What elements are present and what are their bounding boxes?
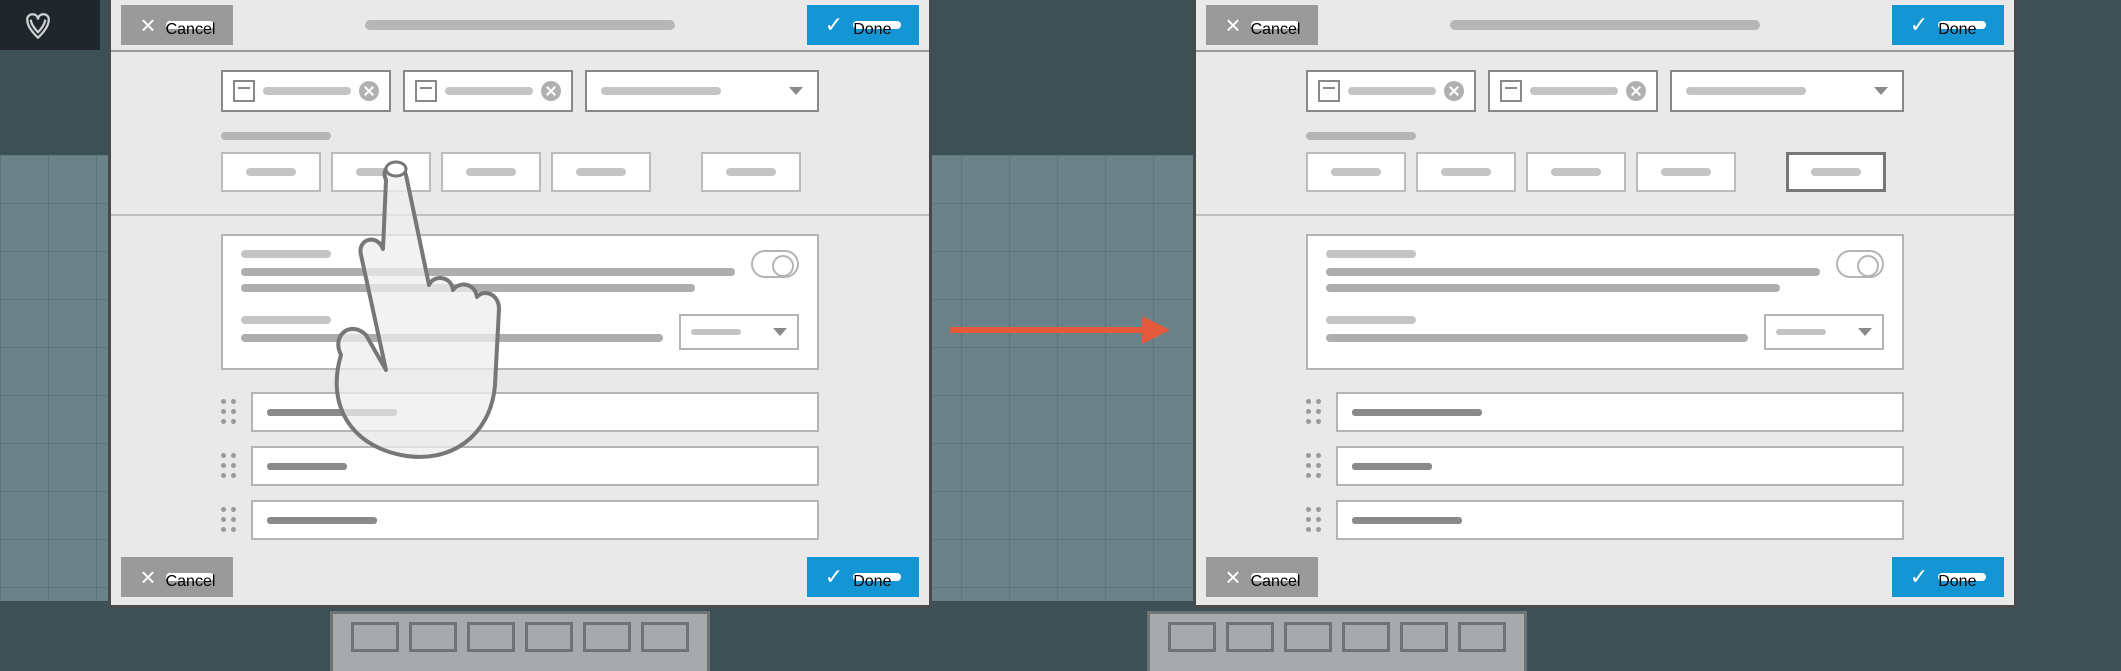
modal-title: [365, 20, 675, 30]
options-card: [221, 234, 819, 370]
calendar-icon: [415, 80, 437, 102]
preset-chip-1[interactable]: [1416, 152, 1516, 192]
date-end-field[interactable]: [403, 70, 573, 112]
date-start-field[interactable]: [221, 70, 391, 112]
drag-handle-icon[interactable]: [221, 507, 237, 533]
preset-chip-2[interactable]: [441, 152, 541, 192]
list-item: [1306, 500, 1904, 540]
drag-handle-icon[interactable]: [221, 399, 237, 425]
preset-chip-row: [1306, 152, 1904, 192]
preset-chip-0[interactable]: [221, 152, 321, 192]
close-icon: ×: [140, 10, 155, 41]
cancel-button[interactable]: × Cancel: [121, 5, 233, 45]
preset-chip-2[interactable]: [1526, 152, 1626, 192]
check-icon: ✓: [1910, 564, 1928, 590]
close-icon: ×: [1225, 562, 1240, 593]
chevron-down-icon: [789, 87, 803, 95]
toggle-switch[interactable]: [1836, 250, 1884, 278]
confirm-button[interactable]: ✓ Done: [807, 5, 919, 45]
confirm-label: Done: [853, 21, 901, 29]
card-dropdown[interactable]: [1764, 314, 1884, 350]
preset-chip-3[interactable]: [551, 152, 651, 192]
divider: [1196, 214, 2014, 216]
preset-chip-4[interactable]: [1786, 152, 1886, 192]
drag-handle-icon[interactable]: [1306, 507, 1322, 533]
clear-icon[interactable]: [1444, 81, 1464, 101]
list-item-box[interactable]: [1336, 500, 1904, 540]
section-label: [1306, 132, 1416, 140]
list-item: [221, 392, 819, 432]
drag-handle-icon[interactable]: [221, 453, 237, 479]
card-sub-heading: [241, 316, 331, 324]
drag-handle-icon[interactable]: [1306, 453, 1322, 479]
keyboard-right: [1147, 611, 1527, 671]
type-dropdown[interactable]: [585, 70, 819, 112]
section-label: [221, 132, 331, 140]
list-item-box[interactable]: [251, 500, 819, 540]
check-icon: ✓: [1910, 12, 1928, 38]
modal-header: × Cancel ✓ Done: [1196, 0, 2014, 52]
type-dropdown[interactable]: [1670, 70, 1904, 112]
check-icon: ✓: [825, 564, 843, 590]
list-item-box[interactable]: [1336, 392, 1904, 432]
footer-confirm-button[interactable]: ✓ Done: [807, 557, 919, 597]
card-heading: [1326, 250, 1416, 258]
modal-header: × Cancel ✓ Done: [111, 0, 929, 52]
calendar-icon: [1318, 80, 1340, 102]
confirm-button[interactable]: ✓ Done: [1892, 5, 2004, 45]
clear-icon[interactable]: [1626, 81, 1646, 101]
toggle-switch[interactable]: [751, 250, 799, 278]
list-item: [221, 446, 819, 486]
check-icon: ✓: [825, 12, 843, 38]
calendar-icon: [233, 80, 255, 102]
list-item: [221, 500, 819, 540]
card-sub-heading: [1326, 316, 1416, 324]
chevron-down-icon: [773, 328, 787, 336]
footer-confirm-button[interactable]: ✓ Done: [1892, 557, 2004, 597]
chevron-down-icon: [1858, 328, 1872, 336]
drag-handle-icon[interactable]: [1306, 399, 1322, 425]
date-start-field[interactable]: [1306, 70, 1476, 112]
pretzel-icon: [20, 7, 56, 43]
chevron-down-icon: [1874, 87, 1888, 95]
card-heading: [241, 250, 331, 258]
preset-chip-1[interactable]: [331, 152, 431, 192]
divider: [111, 214, 929, 216]
close-icon: ×: [1225, 10, 1240, 41]
clear-icon[interactable]: [541, 81, 561, 101]
footer-cancel-button[interactable]: × Cancel: [1206, 557, 1318, 597]
preset-chip-0[interactable]: [1306, 152, 1406, 192]
cancel-button[interactable]: × Cancel: [1206, 5, 1318, 45]
wireframe-panel-before: × Cancel ✓ Done: [108, 0, 932, 608]
calendar-icon: [1500, 80, 1522, 102]
transition-arrow-icon: [946, 310, 1172, 350]
wireframe-panel-after: × Cancel ✓ Done: [1193, 0, 2017, 608]
footer-cancel-button[interactable]: × Cancel: [121, 557, 233, 597]
list-item-box[interactable]: [1336, 446, 1904, 486]
date-end-field[interactable]: [1488, 70, 1658, 112]
options-card: [1306, 234, 1904, 370]
modal-title: [1450, 20, 1760, 30]
list-item: [1306, 392, 1904, 432]
card-dropdown[interactable]: [679, 314, 799, 350]
list-item-box[interactable]: [251, 446, 819, 486]
cancel-label: Cancel: [166, 21, 214, 29]
preset-chip-row: [221, 152, 819, 192]
close-icon: ×: [140, 562, 155, 593]
keyboard-left: [330, 611, 710, 671]
list-item-box[interactable]: [251, 392, 819, 432]
app-topbar: [0, 0, 100, 50]
preset-chip-4[interactable]: [701, 152, 801, 192]
clear-icon[interactable]: [359, 81, 379, 101]
preset-chip-3[interactable]: [1636, 152, 1736, 192]
list-item: [1306, 446, 1904, 486]
